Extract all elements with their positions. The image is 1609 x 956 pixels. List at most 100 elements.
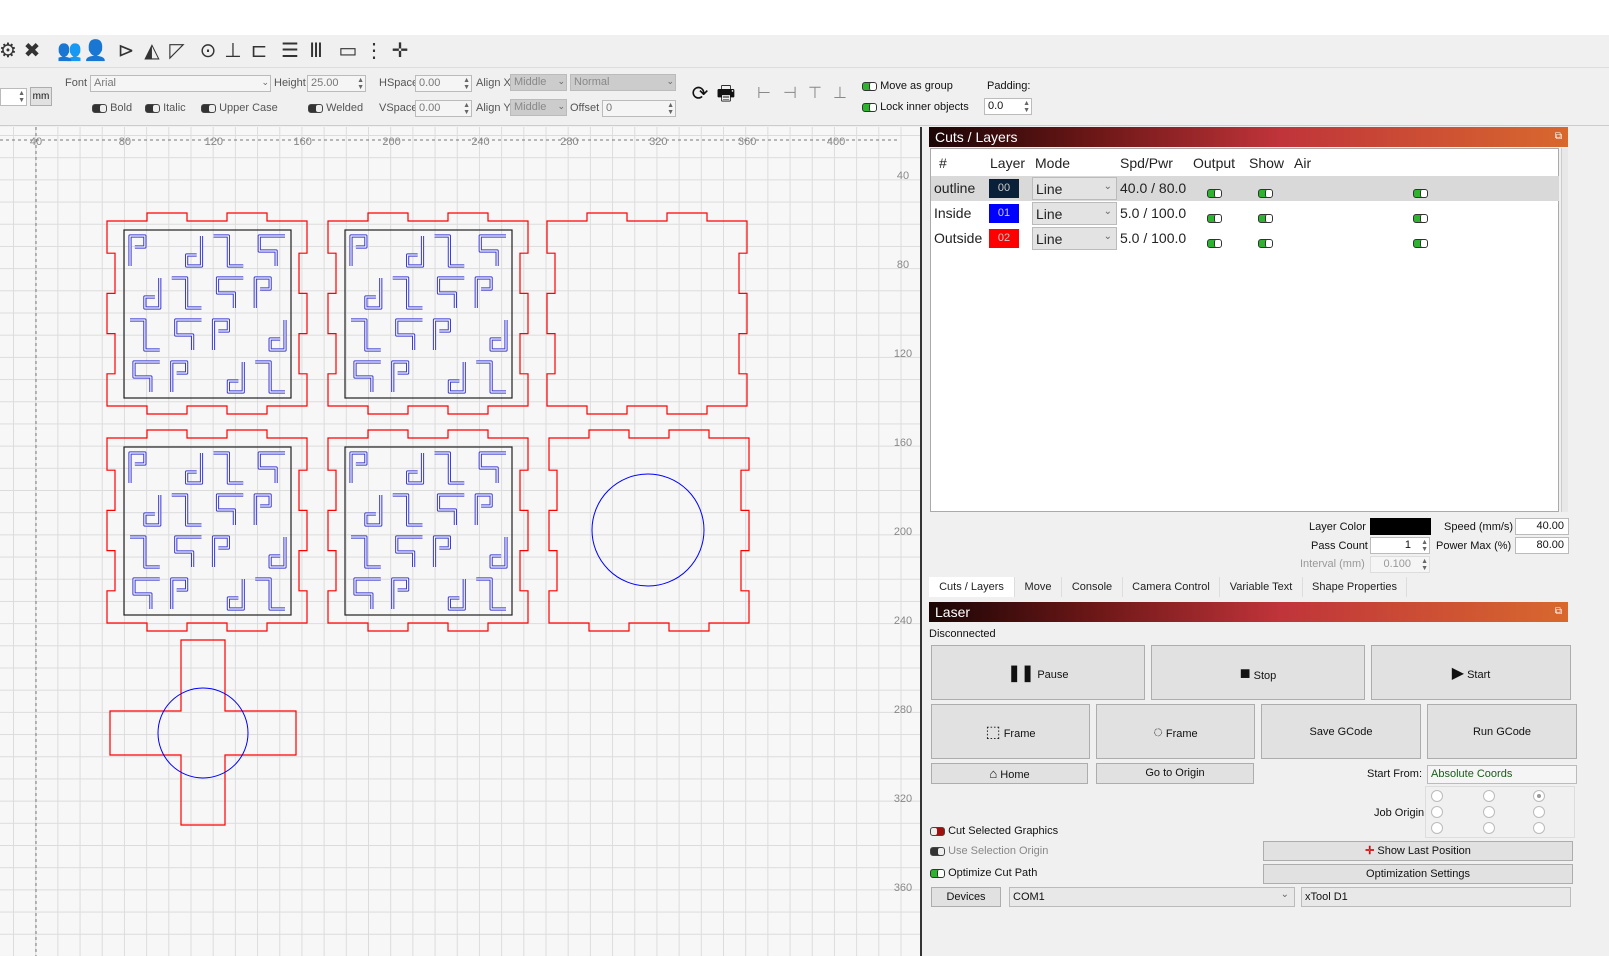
optimization-settings-button[interactable]: Optimization Settings: [1263, 864, 1573, 884]
mode-select[interactable]: Line ⌄: [1032, 177, 1117, 200]
maze-path-inner[interactable]: [258, 452, 285, 483]
maze-path-inner[interactable]: [392, 361, 409, 392]
maze-border[interactable]: [123, 446, 292, 616]
resize-h-icon[interactable]: ▭: [336, 39, 360, 63]
maze-path-inner[interactable]: [479, 452, 506, 483]
output-toggle[interactable]: [1207, 209, 1222, 225]
maze-path-inner[interactable]: [407, 236, 424, 267]
move-laser-icon[interactable]: ✛: [388, 39, 412, 63]
float-window-icon[interactable]: ⧉: [1555, 602, 1562, 622]
maze-path-inner[interactable]: [476, 578, 506, 610]
panel-outline[interactable]: [548, 429, 750, 632]
maze-path-inner[interactable]: [479, 235, 506, 266]
layer-row[interactable]: Inside 01 Line ⌄ 5.0 / 100.0: [931, 201, 1559, 226]
rotate-cycle-icon[interactable]: ⟳: [688, 82, 712, 106]
maze-path-inner[interactable]: [396, 536, 423, 567]
go-to-origin-button[interactable]: Go to Origin: [1096, 763, 1254, 784]
maze-path-inner[interactable]: [396, 319, 423, 350]
maze-path-inner[interactable]: [269, 537, 286, 568]
origin-top-right[interactable]: [1533, 790, 1545, 802]
panel-outline[interactable]: [106, 429, 308, 632]
maze-path-inner[interactable]: [490, 320, 507, 351]
device-select[interactable]: xTool D1: [1301, 887, 1571, 907]
maze-path-inner[interactable]: [186, 236, 203, 267]
speed-input[interactable]: 40.00: [1515, 518, 1569, 535]
maze-path-inner[interactable]: [130, 319, 160, 351]
alignx-select[interactable]: Middle ⌄: [510, 74, 567, 91]
float-window-icon[interactable]: ⧉: [1555, 127, 1562, 147]
show-toggle[interactable]: [1258, 209, 1273, 225]
tab-camera-control[interactable]: Camera Control: [1123, 577, 1220, 597]
output-toggle[interactable]: [1207, 184, 1222, 200]
maze-path-inner[interactable]: [476, 361, 506, 393]
maze-path[interactable]: [143, 278, 162, 310]
show-toggle[interactable]: [1258, 184, 1273, 200]
maze-path-inner[interactable]: [213, 235, 244, 267]
show-last-position-button[interactable]: ✛ Show Last Position: [1263, 841, 1573, 861]
maze-path-inner[interactable]: [227, 579, 244, 610]
layer-row[interactable]: Outside 02 Line ⌄ 5.0 / 100.0: [931, 226, 1559, 251]
tools-wrench-icon[interactable]: ✖: [20, 39, 44, 63]
optimize-cut-path-toggle[interactable]: Optimize Cut Path: [930, 867, 1037, 879]
maze-path-inner[interactable]: [350, 452, 367, 483]
maze-path-inner[interactable]: [392, 578, 409, 609]
distribute-h-icon[interactable]: ☰: [278, 39, 302, 63]
maze-path[interactable]: [489, 537, 508, 569]
devices-button[interactable]: Devices: [931, 887, 1001, 907]
panel-outline[interactable]: [546, 212, 748, 415]
vspace-input[interactable]: 0.00 ▲ ▼: [415, 100, 472, 117]
maze-path[interactable]: [406, 453, 425, 485]
maze-path[interactable]: [253, 493, 272, 525]
align-top-edge-icon[interactable]: ⊤: [803, 82, 827, 106]
maze-path[interactable]: [253, 276, 272, 308]
maze-path-inner[interactable]: [175, 319, 202, 350]
maze-path-inner[interactable]: [212, 536, 229, 567]
resize-v-icon[interactable]: ⋮: [362, 39, 386, 63]
mirror-horizontal-icon[interactable]: ⊳: [114, 39, 138, 63]
maze-path-inner[interactable]: [354, 361, 381, 392]
unit-toggle-button[interactable]: mm: [30, 87, 52, 106]
origin-bottom-center[interactable]: [1483, 822, 1495, 834]
maze-path[interactable]: [185, 453, 204, 485]
maze-path-inner[interactable]: [255, 361, 285, 393]
origin-bottom-right[interactable]: [1533, 822, 1545, 834]
maze-path-inner[interactable]: [212, 319, 229, 350]
frame-rect-button[interactable]: ⬚ Frame: [931, 704, 1090, 759]
maze-path[interactable]: [474, 493, 493, 525]
maze-path-inner[interactable]: [365, 495, 382, 526]
origin-bottom-left[interactable]: [1431, 822, 1443, 834]
maze-border[interactable]: [344, 229, 513, 399]
start-from-select[interactable]: Absolute Coords: [1427, 765, 1577, 784]
maze-path-inner[interactable]: [129, 235, 146, 266]
maze-path-inner[interactable]: [448, 362, 465, 393]
origin-middle-right[interactable]: [1533, 806, 1545, 818]
maze-path-inner[interactable]: [407, 453, 424, 484]
tab-move[interactable]: Move: [1015, 577, 1062, 597]
maze-path-inner[interactable]: [254, 277, 271, 308]
origin-top-center[interactable]: [1483, 790, 1495, 802]
tab-shape-properties[interactable]: Shape Properties: [1303, 577, 1407, 597]
aligny-select[interactable]: Middle ⌄: [510, 99, 567, 116]
move-as-group-toggle[interactable]: Move as group: [862, 80, 953, 92]
maze-path[interactable]: [406, 236, 425, 268]
maze-path-inner[interactable]: [490, 537, 507, 568]
maze-path-inner[interactable]: [354, 578, 381, 609]
maze-path[interactable]: [128, 234, 147, 266]
italic-toggle[interactable]: Italic: [145, 102, 186, 114]
maze-path-inner[interactable]: [171, 277, 202, 309]
maze-path-inner[interactable]: [365, 278, 382, 309]
maze-path-inner[interactable]: [213, 452, 244, 484]
maze-path[interactable]: [474, 276, 493, 308]
panel-outline[interactable]: [327, 429, 529, 632]
maze-path-inner[interactable]: [351, 536, 381, 568]
maze-path[interactable]: [170, 360, 189, 392]
hole-circle[interactable]: [591, 473, 705, 587]
origin-middle-left[interactable]: [1431, 806, 1443, 818]
port-select[interactable]: COM1 ⌄: [1009, 887, 1295, 907]
welded-toggle[interactable]: Welded: [308, 102, 363, 114]
layer-color-swatch[interactable]: 01: [989, 204, 1019, 223]
font-select[interactable]: Arial ⌄: [90, 75, 271, 92]
maze-path-inner[interactable]: [144, 495, 161, 526]
group-users-icon[interactable]: 👥: [57, 39, 82, 63]
hspace-input[interactable]: 0.00 ▲ ▼: [415, 75, 472, 92]
